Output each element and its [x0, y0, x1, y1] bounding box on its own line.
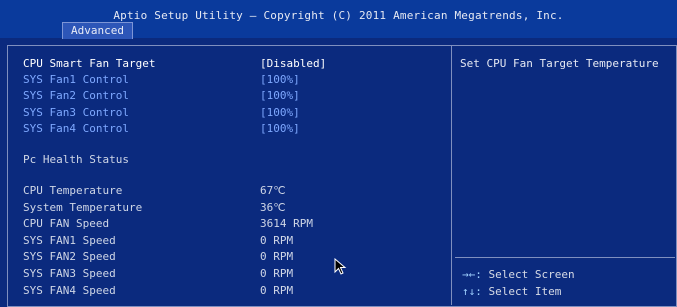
settings-list: CPU Smart Fan Target [Disabled] SYS Fan1… — [0, 0, 677, 301]
key-legend-select-screen: →←: Select Screen — [462, 266, 672, 283]
setting-value[interactable]: [100%] — [260, 89, 300, 103]
health-label: SYS FAN4 Speed — [23, 284, 116, 297]
help-divider — [455, 257, 675, 258]
mouse-pointer-icon — [334, 258, 347, 275]
health-label: System Temperature — [23, 201, 143, 214]
health-label: CPU Temperature — [23, 184, 123, 197]
health-label: CPU FAN Speed — [23, 217, 110, 230]
setting-label: CPU Smart Fan Target — [23, 57, 156, 70]
arrow-up-down-icon: ↑↓: — [462, 285, 482, 298]
health-value: 67℃ — [260, 184, 286, 197]
setting-value[interactable]: [100%] — [260, 122, 300, 136]
health-label: SYS FAN3 Speed — [23, 267, 116, 280]
setting-label: SYS Fan4 Control — [23, 122, 129, 135]
help-text: Set CPU Fan Target Temperature — [460, 57, 659, 70]
setting-label: SYS Fan2 Control — [23, 89, 129, 102]
arrow-left-right-icon: →←: — [462, 268, 482, 281]
key-legend: →←: Select Screen ↑↓: Select Item — [462, 266, 672, 300]
health-label: SYS FAN2 Speed — [23, 250, 116, 263]
health-value: 3614 RPM — [260, 217, 313, 230]
health-label: SYS FAN1 Speed — [23, 234, 116, 247]
key-desc: Select Item — [481, 285, 562, 298]
setting-value[interactable]: [100%] — [260, 73, 300, 87]
health-value: 0 RPM — [260, 250, 294, 263]
health-value: 36℃ — [260, 201, 286, 214]
key-desc: Select Screen — [481, 268, 575, 281]
setting-value[interactable]: [Disabled] — [260, 57, 326, 71]
health-value: 0 RPM — [260, 267, 294, 280]
setting-value[interactable]: [100%] — [260, 106, 300, 120]
key-legend-select-item: ↑↓: Select Item — [462, 283, 672, 300]
health-value: 0 RPM — [260, 284, 294, 297]
section-label: Pc Health Status — [23, 153, 129, 166]
setting-label: SYS Fan3 Control — [23, 106, 129, 119]
setting-label: SYS Fan1 Control — [23, 73, 129, 86]
health-value: 0 RPM — [260, 234, 294, 247]
